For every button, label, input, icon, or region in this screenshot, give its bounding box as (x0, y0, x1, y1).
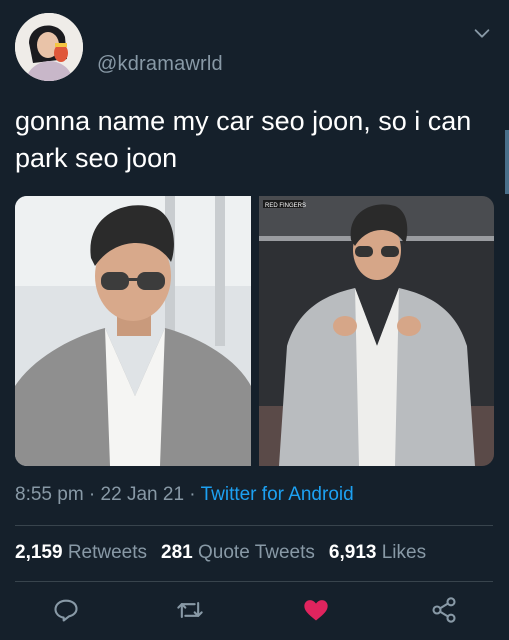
tweet-time[interactable]: 8:55 pm (15, 484, 84, 505)
action-bar (0, 592, 509, 632)
retweet-icon[interactable] (176, 596, 204, 624)
image-watermark: RED FINGERS (265, 203, 306, 209)
quote-tweets-count: 281 (161, 542, 193, 563)
divider (15, 525, 493, 526)
scroll-indicator (505, 130, 509, 194)
heart-icon[interactable] (302, 596, 330, 624)
chevron-down-icon[interactable] (471, 22, 493, 44)
divider (15, 581, 493, 582)
quote-tweets-stat[interactable]: 281 Quote Tweets (161, 542, 315, 563)
tweet-text: gonna name my car seo joon, so i can par… (15, 106, 472, 173)
tweet-stats: 2,159 Retweets 281 Quote Tweets 6,913 Like… (15, 542, 426, 564)
photo-left[interactable] (15, 196, 251, 466)
likes-stat[interactable]: 6,913 Likes (329, 542, 426, 563)
user-handle[interactable]: @kdramawrld (97, 53, 223, 76)
retweets-count: 2,159 (15, 542, 63, 563)
likes-label: Likes (381, 542, 427, 563)
avatar-image (15, 13, 83, 81)
share-icon[interactable] (430, 596, 458, 624)
quote-tweets-label: Quote Tweets (198, 542, 315, 563)
photo-right[interactable]: RED FINGERS (259, 196, 494, 466)
avatar[interactable] (15, 13, 83, 81)
retweets-label: Retweets (67, 542, 148, 563)
tweet-media[interactable]: RED FINGERS (15, 196, 494, 466)
tweet-meta: 8:55 pm · 22 Jan 21 · Twitter for Androi… (15, 484, 354, 506)
likes-count: 6,913 (328, 542, 377, 563)
tweet-source[interactable]: Twitter for Android (201, 484, 354, 505)
tweet-date[interactable]: 22 Jan 21 (101, 484, 184, 505)
meta-separator: · (83, 484, 101, 505)
retweets-stat[interactable]: 2,159 Retweets (15, 542, 147, 563)
tweet-header: @kdramawrld (0, 0, 509, 100)
reply-icon[interactable] (52, 596, 80, 624)
meta-separator: · (184, 484, 201, 505)
